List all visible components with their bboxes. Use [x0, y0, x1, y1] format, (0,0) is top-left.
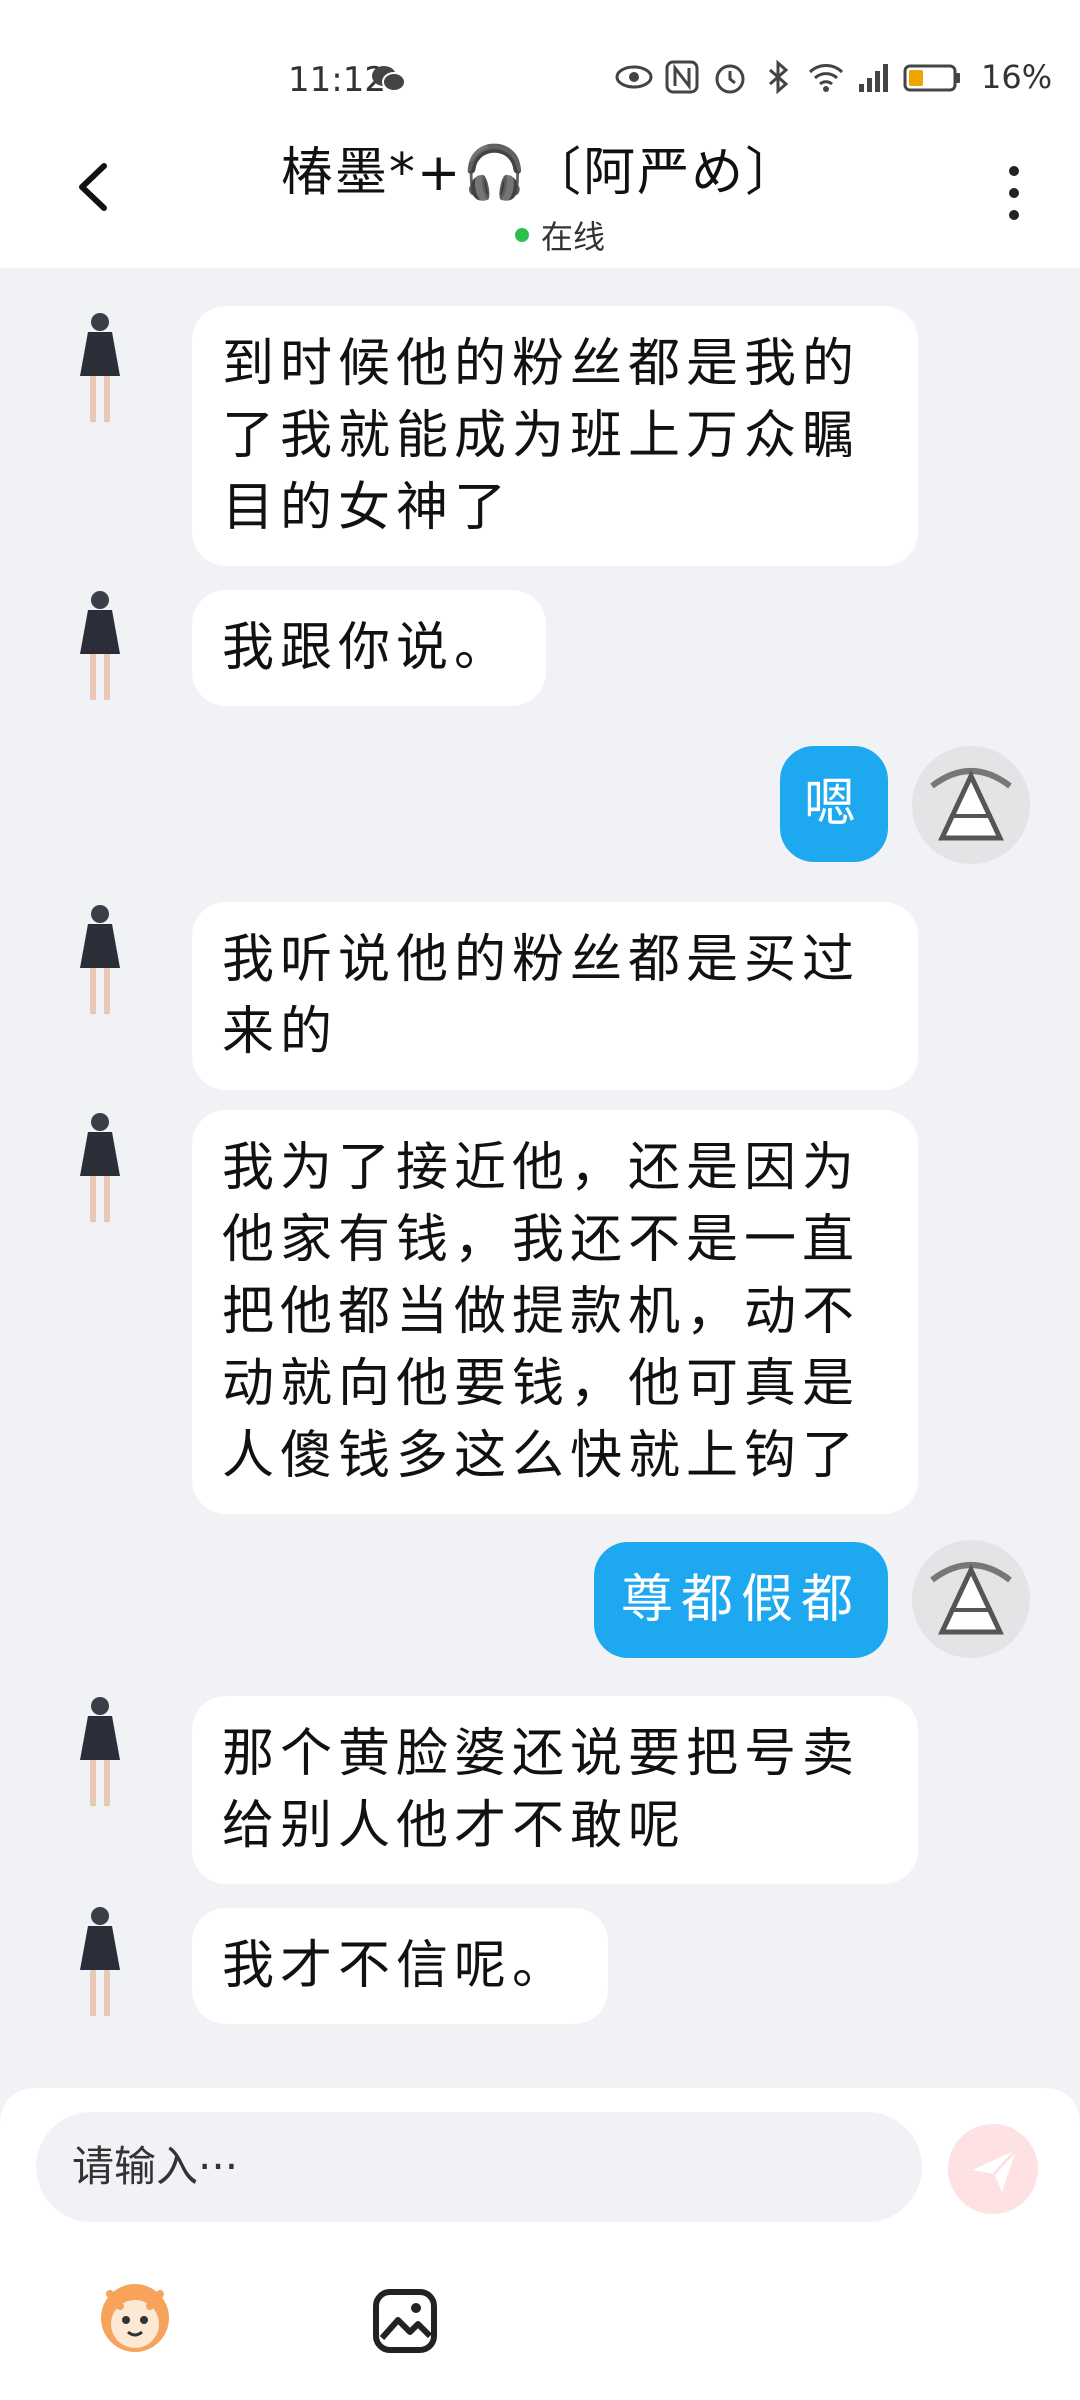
message-input[interactable]: 请输入···	[36, 2112, 922, 2222]
my-avatar[interactable]	[912, 1540, 1030, 1658]
my-avatar[interactable]	[912, 746, 1030, 864]
message-bubble[interactable]: 我跟你说。	[192, 590, 546, 706]
alarm-icon	[711, 58, 749, 96]
emoji-icon	[101, 2284, 169, 2352]
battery-icon	[903, 58, 963, 96]
back-button[interactable]	[68, 160, 122, 214]
message-bubble[interactable]: 我听说他的粉丝都是买过来的	[192, 902, 918, 1090]
image-icon	[373, 2289, 437, 2353]
nfc-icon	[663, 58, 701, 96]
wechat-icon	[368, 58, 408, 98]
contact-avatar[interactable]	[70, 586, 130, 706]
contact-avatar[interactable]	[70, 900, 130, 1020]
wifi-icon	[807, 58, 845, 96]
my-message-bubble[interactable]: 嗯	[780, 746, 888, 862]
signal-icon	[855, 58, 893, 96]
online-label: 在线	[541, 218, 606, 256]
image-button[interactable]	[372, 2288, 438, 2354]
contact-avatar[interactable]	[70, 1902, 130, 2022]
composer-bar: 请输入···	[0, 2088, 1080, 2400]
chat-title: 椿墨*+🎧〔阿严め〕	[280, 143, 800, 203]
more-button[interactable]	[1004, 166, 1024, 226]
more-icon	[1004, 166, 1024, 220]
message-bubble[interactable]: 我为了接近他，还是因为他家有钱，我还不是一直把他都当做提款机，动不动就向他要钱，…	[192, 1110, 918, 1514]
top-bar: 11:12 16% 椿墨*+🎧〔阿严め〕 在线	[0, 0, 1080, 268]
message-bubble[interactable]: 那个黄脸婆还说要把号卖给别人他才不敢呢	[192, 1696, 918, 1884]
eye-icon	[615, 58, 653, 96]
online-status: 在线	[515, 212, 605, 258]
status-icons: 16%	[615, 58, 1052, 96]
status-bar: 11:12 16%	[0, 58, 1080, 106]
battery-level: 16%	[981, 58, 1053, 96]
contact-avatar[interactable]	[70, 1692, 130, 1812]
contact-avatar[interactable]	[70, 1108, 130, 1228]
chat-list[interactable]: 到时候他的粉丝都是我的了我就能成为班上万众瞩目的女神了 我跟你说。 嗯 我听说他…	[0, 268, 1080, 2088]
my-message-bubble[interactable]: 尊都假都	[594, 1542, 888, 1658]
message-bubble[interactable]: 到时候他的粉丝都是我的了我就能成为班上万众瞩目的女神了	[192, 306, 918, 566]
send-icon	[972, 2148, 1018, 2192]
message-bubble[interactable]: 我才不信呢。	[192, 1908, 608, 2024]
send-button[interactable]	[948, 2124, 1038, 2214]
online-dot	[515, 228, 529, 242]
emoji-button[interactable]	[90, 2270, 180, 2360]
back-icon	[79, 163, 107, 211]
contact-avatar[interactable]	[70, 308, 130, 428]
bluetooth-icon	[759, 58, 797, 96]
